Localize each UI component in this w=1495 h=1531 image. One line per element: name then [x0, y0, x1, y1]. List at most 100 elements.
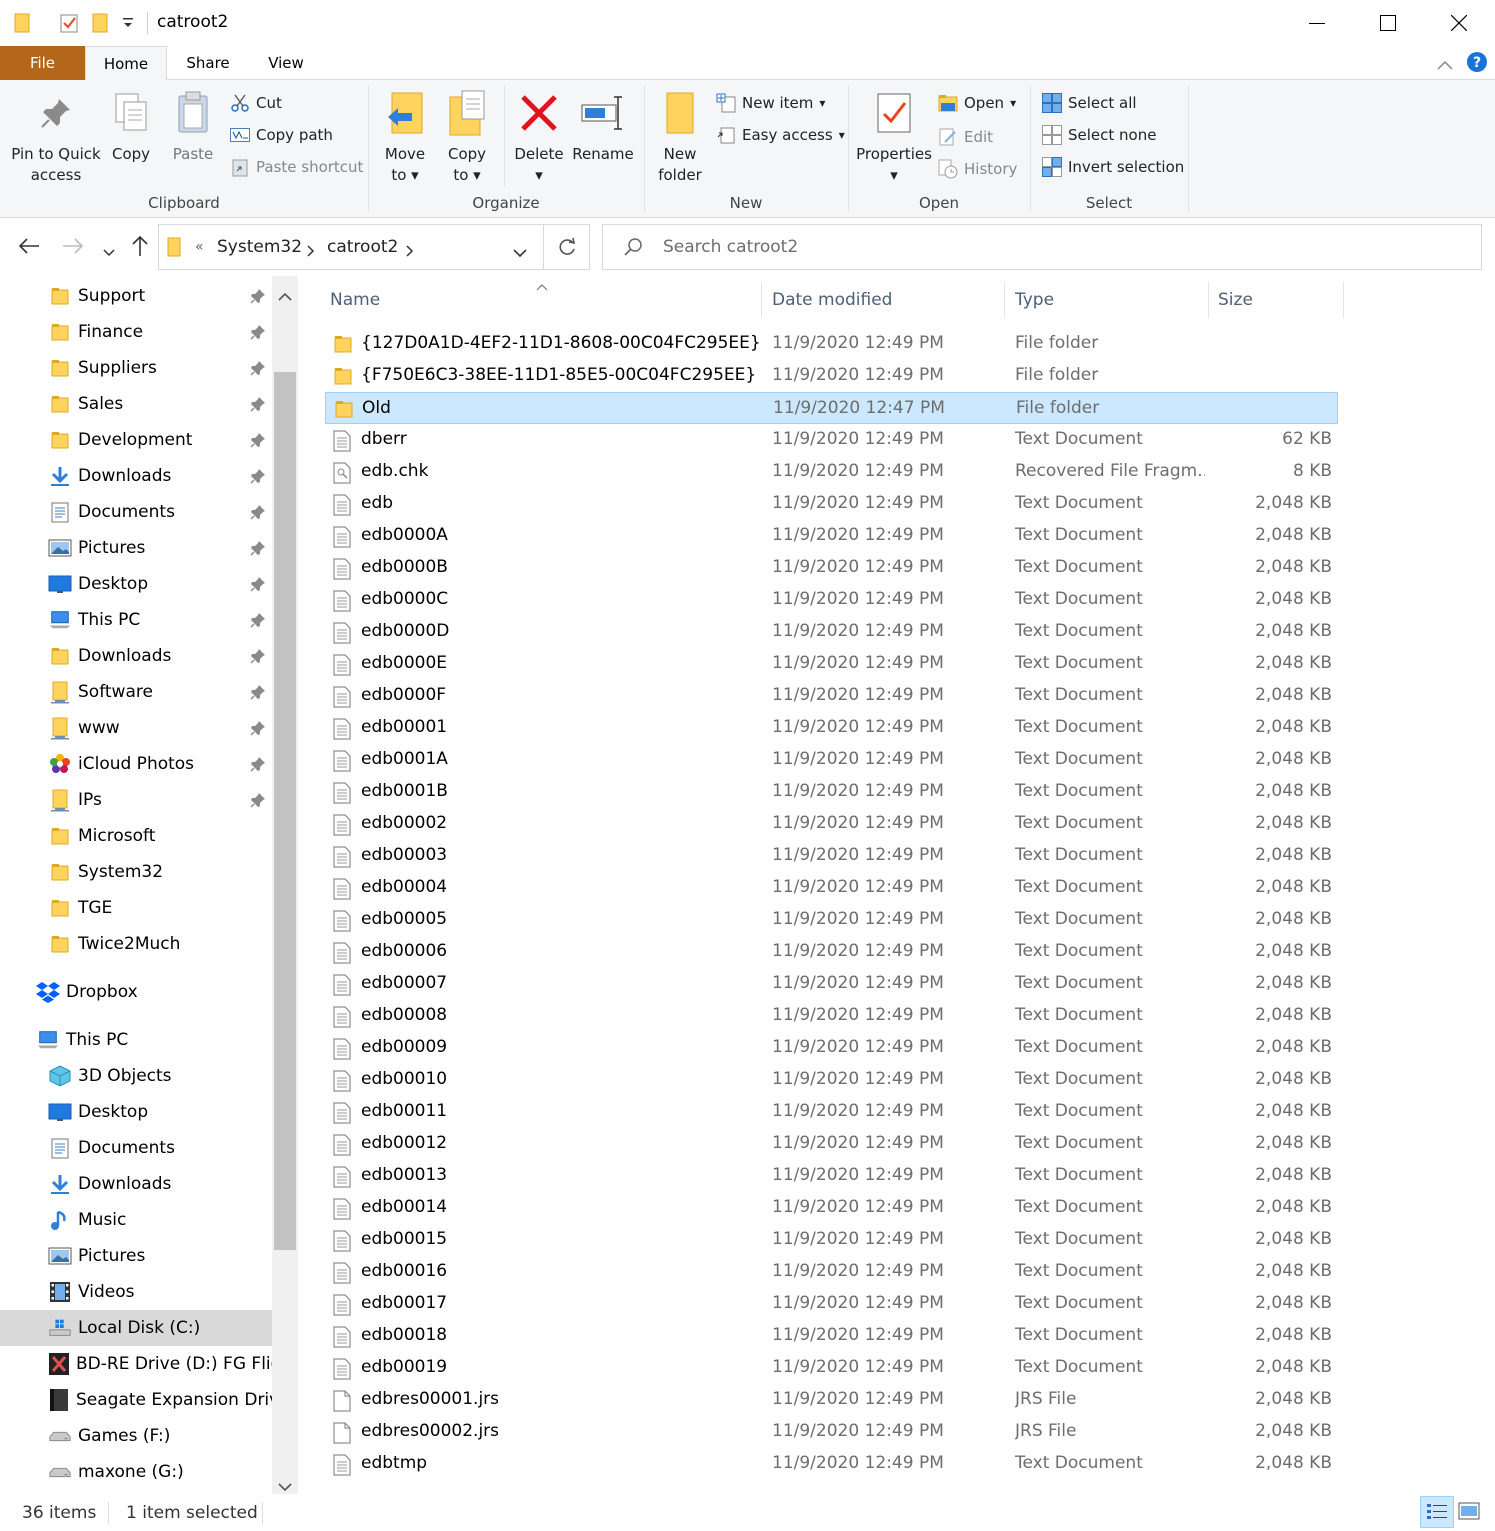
breadcrumb-chevron-icon[interactable] [307, 242, 315, 261]
forward-arrow-icon[interactable] [62, 237, 84, 259]
paste-button[interactable]: Paste [168, 88, 218, 165]
file-row[interactable]: edb 11/9/2020 12:49 PM Text Document 2,048 … [325, 488, 1338, 520]
file-row[interactable]: edb00007 11/9/2020 12:49 PM Text Document 2… [325, 968, 1338, 1000]
nav-item-bd-re-drive-d-fg-fligh[interactable]: BD-RE Drive (D:) FG Fligh [0, 1346, 272, 1382]
address-history-chevron-icon[interactable] [513, 243, 527, 262]
nav-item-3d-objects[interactable]: 3D Objects [0, 1058, 272, 1094]
pin-icon[interactable] [250, 720, 266, 736]
collapse-ribbon-icon[interactable] [1437, 56, 1453, 75]
file-row[interactable]: {127D0A1D-4EF2-11D1-8608-00C04FC295EE} 11… [325, 328, 1338, 360]
address-bar[interactable]: « System32 catroot2 [158, 224, 590, 270]
details-view-icon[interactable] [1420, 1496, 1454, 1528]
rename-button[interactable]: Rename [572, 88, 634, 165]
delete-button[interactable]: Delete ▾ [512, 88, 566, 186]
nav-item-this-pc[interactable]: This PC [0, 602, 272, 638]
column-header-date[interactable]: Date modified [772, 286, 892, 314]
properties-dropdown[interactable]: ▾ [856, 165, 932, 186]
close-button[interactable] [1424, 0, 1494, 46]
column-divider[interactable] [761, 282, 762, 318]
file-row[interactable]: edb00006 11/9/2020 12:49 PM Text Document 2… [325, 936, 1338, 968]
breadcrumb-chevron-icon[interactable] [406, 242, 414, 261]
nav-item-system32[interactable]: System32 [0, 854, 272, 890]
pin-icon[interactable] [250, 684, 266, 700]
search-box[interactable]: Search catroot2 [602, 224, 1482, 270]
nav-scrollbar[interactable] [272, 276, 298, 1494]
nav-item-documents[interactable]: Documents [0, 1130, 272, 1166]
minimize-button[interactable] [1282, 0, 1352, 46]
scroll-up-icon[interactable] [278, 286, 292, 305]
nav-item-downloads[interactable]: Downloads [0, 638, 272, 674]
open-button[interactable]: Open ▾ [938, 90, 1016, 116]
nav-item-www[interactable]: www [0, 710, 272, 746]
back-arrow-icon[interactable] [18, 237, 40, 259]
file-row[interactable]: edb00002 11/9/2020 12:49 PM Text Document 2… [325, 808, 1338, 840]
file-row[interactable]: edb0000D 11/9/2020 12:49 PM Text Document 2… [325, 616, 1338, 648]
file-row[interactable]: edb00005 11/9/2020 12:49 PM Text Document 2… [325, 904, 1338, 936]
column-divider[interactable] [1208, 282, 1209, 318]
column-header-name[interactable]: Name [330, 286, 380, 314]
refresh-icon[interactable] [557, 237, 577, 261]
file-row[interactable]: dberr 11/9/2020 12:49 PM Text Document 62 K… [325, 424, 1338, 456]
file-row[interactable]: edb0000C 11/9/2020 12:49 PM Text Document 2… [325, 584, 1338, 616]
move-to-button[interactable]: Move to ▾ [378, 88, 432, 186]
column-header-size[interactable]: Size [1218, 286, 1253, 314]
nav-item-games-f[interactable]: Games (F:) [0, 1418, 272, 1454]
cut-button[interactable]: Cut [230, 90, 282, 116]
file-row[interactable]: edbtmp 11/9/2020 12:49 PM Text Document 2,0… [325, 1448, 1338, 1480]
file-row[interactable]: edb00004 11/9/2020 12:49 PM Text Document 2… [325, 872, 1338, 904]
column-header-type[interactable]: Type [1015, 286, 1054, 314]
customize-toolbar-dropdown-icon[interactable] [122, 16, 134, 35]
pin-icon[interactable] [250, 756, 266, 772]
nav-item-downloads[interactable]: Downloads [0, 1166, 272, 1202]
pin-icon[interactable] [250, 432, 266, 448]
nav-item-dropbox[interactable]: Dropbox [0, 974, 272, 1010]
nav-item-documents[interactable]: Documents [0, 494, 272, 530]
tab-share[interactable]: Share [167, 46, 249, 80]
nav-item-icloud-photos[interactable]: iCloud Photos [0, 746, 272, 782]
nav-item-maxone-g[interactable]: maxone (G:) [0, 1454, 272, 1490]
nav-item-development[interactable]: Development [0, 422, 272, 458]
file-row[interactable]: edb0001B 11/9/2020 12:49 PM Text Document 2… [325, 776, 1338, 808]
new-item-button[interactable]: New item ▾ [716, 90, 825, 116]
pin-icon[interactable] [250, 576, 266, 592]
file-row[interactable]: edb0000F 11/9/2020 12:49 PM Text Document 2… [325, 680, 1338, 712]
pin-icon[interactable] [250, 396, 266, 412]
scroll-down-icon[interactable] [278, 1477, 292, 1494]
file-row[interactable]: edb.chk 11/9/2020 12:49 PM Recovered File … [325, 456, 1338, 488]
tab-file[interactable]: File [0, 46, 85, 80]
properties-button[interactable]: Properties ▾ [856, 88, 932, 186]
copy-button[interactable]: Copy [106, 88, 156, 165]
file-row[interactable]: edb00008 11/9/2020 12:49 PM Text Document 2… [325, 1000, 1338, 1032]
nav-item-microsoft[interactable]: Microsoft [0, 818, 272, 854]
nav-item-local-disk-c[interactable]: Local Disk (C:) [0, 1310, 272, 1346]
pin-icon[interactable] [250, 504, 266, 520]
file-row[interactable]: edb00012 11/9/2020 12:49 PM Text Document 2… [325, 1128, 1338, 1160]
easy-access-button[interactable]: Easy access ▾ [716, 122, 845, 148]
tab-view[interactable]: View [249, 46, 323, 80]
large-icons-view-icon[interactable] [1458, 1502, 1480, 1525]
nav-item-seagate-expansion-drive[interactable]: Seagate Expansion Drive [0, 1382, 272, 1418]
file-row[interactable]: Old 11/9/2020 12:47 PM File folder [325, 392, 1338, 424]
nav-item-software[interactable]: Software [0, 674, 272, 710]
copy-to-button[interactable]: Copy to ▾ [440, 88, 494, 186]
file-row[interactable]: edb00014 11/9/2020 12:49 PM Text Document 2… [325, 1192, 1338, 1224]
nav-item-sales[interactable]: Sales [0, 386, 272, 422]
file-row[interactable]: edb00016 11/9/2020 12:49 PM Text Document 2… [325, 1256, 1338, 1288]
nav-item-pictures[interactable]: Pictures [0, 530, 272, 566]
file-row[interactable]: edb0000A 11/9/2020 12:49 PM Text Document 2… [325, 520, 1338, 552]
pin-icon[interactable] [250, 468, 266, 484]
pin-to-quick-access-button[interactable]: Pin to Quick access [10, 88, 102, 186]
file-row[interactable]: edb00015 11/9/2020 12:49 PM Text Document 2… [325, 1224, 1338, 1256]
pin-icon[interactable] [250, 612, 266, 628]
nav-item-pictures[interactable]: Pictures [0, 1238, 272, 1274]
file-row[interactable]: edb00018 11/9/2020 12:49 PM Text Document 2… [325, 1320, 1338, 1352]
nav-scroll-thumb[interactable] [274, 372, 296, 1250]
file-row[interactable]: edb00001 11/9/2020 12:49 PM Text Document 2… [325, 712, 1338, 744]
select-none-button[interactable]: Select none [1042, 122, 1156, 148]
breadcrumb-overflow[interactable]: « [195, 239, 204, 255]
nav-item-videos[interactable]: Videos [0, 1274, 272, 1310]
new-folder-button[interactable]: New folder [652, 88, 708, 186]
tab-home[interactable]: Home [85, 46, 167, 81]
delete-dropdown[interactable]: ▾ [512, 165, 566, 186]
column-divider[interactable] [1004, 282, 1005, 318]
